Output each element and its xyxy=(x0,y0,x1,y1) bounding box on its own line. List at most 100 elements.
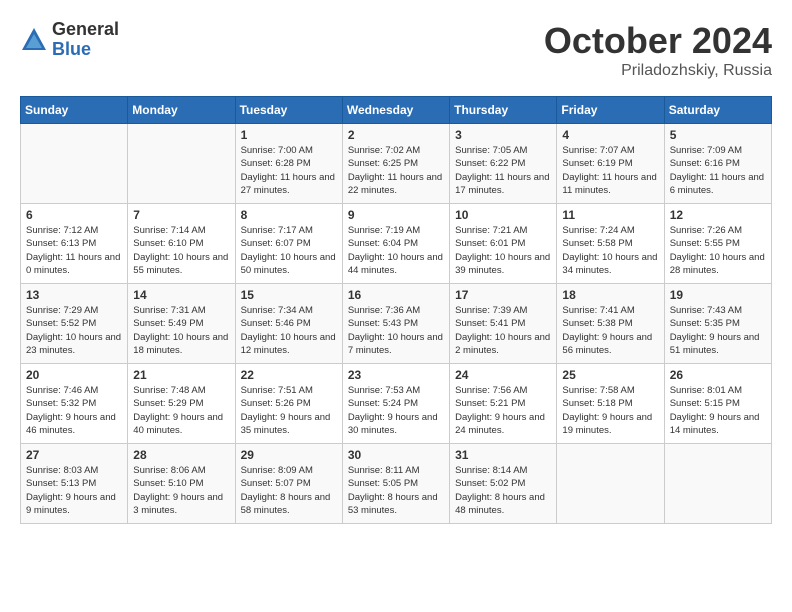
day-number: 13 xyxy=(26,288,122,302)
cell-3-5: 25 Sunrise: 7:58 AM Sunset: 5:18 PM Dayli… xyxy=(557,364,664,444)
cell-2-5: 18Sunrise: 7:41 AM Sunset: 5:38 PM Dayli… xyxy=(557,284,664,364)
cell-content: Sunrise: 7:39 AM Sunset: 5:41 PM Dayligh… xyxy=(455,304,551,357)
day-number: 31 xyxy=(455,448,551,462)
cell-4-3: 30Sunrise: 8:11 AM Sunset: 5:05 PM Dayli… xyxy=(342,444,449,524)
cell-content: Sunrise: 7:51 AM Sunset: 5:26 PM Dayligh… xyxy=(241,384,337,437)
day-number: 26 xyxy=(670,368,766,382)
cell-1-2: 8Sunrise: 7:17 AM Sunset: 6:07 PM Daylig… xyxy=(235,204,342,284)
cell-content: Sunrise: 8:03 AM Sunset: 5:13 PM Dayligh… xyxy=(26,464,122,517)
cell-content: Sunrise: 7:14 AM Sunset: 6:10 PM Dayligh… xyxy=(133,224,229,277)
cell-content: Sunrise: 7:26 AM Sunset: 5:55 PM Dayligh… xyxy=(670,224,766,277)
title-month: October 2024 xyxy=(544,20,772,62)
week-row-1: 6Sunrise: 7:12 AM Sunset: 6:13 PM Daylig… xyxy=(21,204,772,284)
cell-4-1: 28Sunrise: 8:06 AM Sunset: 5:10 PM Dayli… xyxy=(128,444,235,524)
logo-general: General xyxy=(52,20,119,40)
cell-0-1 xyxy=(128,124,235,204)
day-number: 10 xyxy=(455,208,551,222)
day-number: 4 xyxy=(562,128,658,142)
week-row-3: 20 Sunrise: 7:46 AM Sunset: 5:32 PM Dayli… xyxy=(21,364,772,444)
cell-content: Sunrise: 7:07 AM Sunset: 6:19 PM Dayligh… xyxy=(562,144,658,197)
cell-content: Sunrise: 7:31 AM Sunset: 5:49 PM Dayligh… xyxy=(133,304,229,357)
cell-1-0: 6Sunrise: 7:12 AM Sunset: 6:13 PM Daylig… xyxy=(21,204,128,284)
cell-content: Sunrise: 7:02 AM Sunset: 6:25 PM Dayligh… xyxy=(348,144,444,197)
logo-blue: Blue xyxy=(52,40,119,60)
header-friday: Friday xyxy=(557,97,664,124)
cell-content: Sunrise: 7:48 AM Sunset: 5:29 PM Dayligh… xyxy=(133,384,229,437)
cell-content: Sunrise: 7:24 AM Sunset: 5:58 PM Dayligh… xyxy=(562,224,658,277)
cell-content: Sunrise: 7:21 AM Sunset: 6:01 PM Dayligh… xyxy=(455,224,551,277)
cell-3-1: 21 Sunrise: 7:48 AM Sunset: 5:29 PM Dayli… xyxy=(128,364,235,444)
header-monday: Monday xyxy=(128,97,235,124)
day-number: 12 xyxy=(670,208,766,222)
calendar-table: SundayMondayTuesdayWednesdayThursdayFrid… xyxy=(20,96,772,524)
cell-2-3: 16 Sunrise: 7:36 AM Sunset: 5:43 PM Dayli… xyxy=(342,284,449,364)
title-location: Priladozhskiy, Russia xyxy=(544,62,772,80)
cell-3-4: 24 Sunrise: 7:56 AM Sunset: 5:21 PM Dayli… xyxy=(450,364,557,444)
cell-content: Sunrise: 8:01 AM Sunset: 5:15 PM Dayligh… xyxy=(670,384,766,437)
day-number: 23 xyxy=(348,368,444,382)
header-sunday: Sunday xyxy=(21,97,128,124)
cell-4-6 xyxy=(664,444,771,524)
day-number: 3 xyxy=(455,128,551,142)
cell-content: Sunrise: 7:56 AM Sunset: 5:21 PM Dayligh… xyxy=(455,384,551,437)
cell-1-5: 11 Sunrise: 7:24 AM Sunset: 5:58 PM Dayli… xyxy=(557,204,664,284)
cell-3-3: 23 Sunrise: 7:53 AM Sunset: 5:24 PM Dayli… xyxy=(342,364,449,444)
day-number: 27 xyxy=(26,448,122,462)
header-saturday: Saturday xyxy=(664,97,771,124)
day-number: 25 xyxy=(562,368,658,382)
day-number: 24 xyxy=(455,368,551,382)
cell-1-1: 7 Sunrise: 7:14 AM Sunset: 6:10 PM Daylig… xyxy=(128,204,235,284)
header-tuesday: Tuesday xyxy=(235,97,342,124)
cell-content: Sunrise: 7:58 AM Sunset: 5:18 PM Dayligh… xyxy=(562,384,658,437)
cell-4-4: 31 Sunrise: 8:14 AM Sunset: 5:02 PM Dayli… xyxy=(450,444,557,524)
day-number: 28 xyxy=(133,448,229,462)
cell-1-4: 10 Sunrise: 7:21 AM Sunset: 6:01 PM Dayli… xyxy=(450,204,557,284)
cell-4-2: 29 Sunrise: 8:09 AM Sunset: 5:07 PM Dayli… xyxy=(235,444,342,524)
logo-icon xyxy=(20,26,48,54)
day-number: 21 xyxy=(133,368,229,382)
day-number: 2 xyxy=(348,128,444,142)
cell-3-6: 26 Sunrise: 8:01 AM Sunset: 5:15 PM Dayli… xyxy=(664,364,771,444)
day-number: 16 xyxy=(348,288,444,302)
cell-3-2: 22Sunrise: 7:51 AM Sunset: 5:26 PM Dayli… xyxy=(235,364,342,444)
day-number: 7 xyxy=(133,208,229,222)
day-number: 20 xyxy=(26,368,122,382)
cell-0-0 xyxy=(21,124,128,204)
day-number: 9 xyxy=(348,208,444,222)
cell-content: Sunrise: 7:36 AM Sunset: 5:43 PM Dayligh… xyxy=(348,304,444,357)
cell-0-6: 5Sunrise: 7:09 AM Sunset: 6:16 PM Daylig… xyxy=(664,124,771,204)
cell-2-4: 17 Sunrise: 7:39 AM Sunset: 5:41 PM Dayli… xyxy=(450,284,557,364)
day-number: 19 xyxy=(670,288,766,302)
day-number: 1 xyxy=(241,128,337,142)
cell-2-1: 14 Sunrise: 7:31 AM Sunset: 5:49 PM Dayli… xyxy=(128,284,235,364)
day-number: 14 xyxy=(133,288,229,302)
cell-0-3: 2 Sunrise: 7:02 AM Sunset: 6:25 PM Daylig… xyxy=(342,124,449,204)
cell-content: Sunrise: 7:19 AM Sunset: 6:04 PM Dayligh… xyxy=(348,224,444,277)
cell-content: Sunrise: 7:46 AM Sunset: 5:32 PM Dayligh… xyxy=(26,384,122,437)
day-number: 11 xyxy=(562,208,658,222)
cell-1-6: 12 Sunrise: 7:26 AM Sunset: 5:55 PM Dayli… xyxy=(664,204,771,284)
cell-content: Sunrise: 8:09 AM Sunset: 5:07 PM Dayligh… xyxy=(241,464,337,517)
day-number: 6 xyxy=(26,208,122,222)
cell-content: Sunrise: 7:43 AM Sunset: 5:35 PM Dayligh… xyxy=(670,304,766,357)
cell-content: Sunrise: 7:53 AM Sunset: 5:24 PM Dayligh… xyxy=(348,384,444,437)
cell-3-0: 20 Sunrise: 7:46 AM Sunset: 5:32 PM Dayli… xyxy=(21,364,128,444)
day-number: 5 xyxy=(670,128,766,142)
day-number: 8 xyxy=(241,208,337,222)
cell-0-5: 4 Sunrise: 7:07 AM Sunset: 6:19 PM Daylig… xyxy=(557,124,664,204)
cell-content: Sunrise: 7:00 AM Sunset: 6:28 PM Dayligh… xyxy=(241,144,337,197)
day-number: 17 xyxy=(455,288,551,302)
cell-0-4: 3 Sunrise: 7:05 AM Sunset: 6:22 PM Daylig… xyxy=(450,124,557,204)
cell-content: Sunrise: 7:05 AM Sunset: 6:22 PM Dayligh… xyxy=(455,144,551,197)
week-row-0: 1 Sunrise: 7:00 AM Sunset: 6:28 PM Daylig… xyxy=(21,124,772,204)
cell-1-3: 9 Sunrise: 7:19 AM Sunset: 6:04 PM Daylig… xyxy=(342,204,449,284)
page-header: General Blue October 2024 Priladozhskiy,… xyxy=(20,20,772,80)
cell-content: Sunrise: 7:29 AM Sunset: 5:52 PM Dayligh… xyxy=(26,304,122,357)
cell-content: Sunrise: 8:14 AM Sunset: 5:02 PM Dayligh… xyxy=(455,464,551,517)
week-row-4: 27 Sunrise: 8:03 AM Sunset: 5:13 PM Dayli… xyxy=(21,444,772,524)
cell-2-0: 13 Sunrise: 7:29 AM Sunset: 5:52 PM Dayli… xyxy=(21,284,128,364)
cell-4-5 xyxy=(557,444,664,524)
header-thursday: Thursday xyxy=(450,97,557,124)
day-number: 29 xyxy=(241,448,337,462)
cell-2-6: 19 Sunrise: 7:43 AM Sunset: 5:35 PM Dayli… xyxy=(664,284,771,364)
